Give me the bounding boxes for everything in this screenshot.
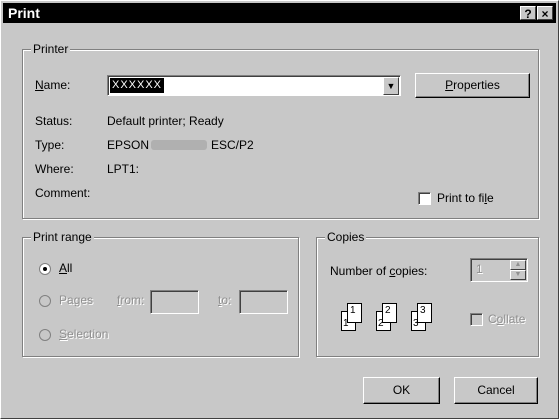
chevron-down-icon[interactable]: ▼ [383,77,399,95]
help-button[interactable]: ? [520,6,536,21]
all-radio[interactable] [39,263,51,275]
redacted-model-text [151,140,207,150]
print-dialog: Print ? × Printer Name: XXXXXX ▼ Propert… [0,0,559,419]
print-range-group: Print range All Pages from: to: Selectio… [22,230,299,357]
where-value: LPT1: [107,162,140,176]
type-value-suffix: ESC/P2 [211,138,254,152]
window-title: Print [8,5,40,21]
printer-name-value: XXXXXX [110,78,165,93]
status-value: Default printer; Ready [107,114,224,128]
type-value-prefix: EPSON [107,138,150,152]
from-page-input[interactable] [150,290,199,314]
print-range-group-label: Print range [31,230,94,244]
status-label: Status: [35,114,73,128]
ok-button[interactable]: OK [363,377,440,404]
title-bar: Print ? × [3,3,556,23]
comment-label: Comment: [35,186,91,200]
properties-button[interactable]: Properties [415,73,530,98]
close-button[interactable]: × [537,6,553,21]
from-label: from: [117,293,145,307]
collate-checkbox[interactable] [470,313,483,326]
type-label: Type: [35,138,65,152]
copies-value: 1 [476,262,483,276]
all-radio-label[interactable]: All [59,261,72,275]
printer-name-select[interactable]: XXXXXX ▼ [107,75,401,96]
printer-group: Printer Name: XXXXXX ▼ Properties Status… [22,42,539,219]
to-label: to: [218,293,232,307]
cancel-button[interactable]: Cancel [454,377,538,404]
printer-group-label: Printer [31,42,71,56]
where-label: Where: [35,162,74,176]
spin-up-icon[interactable]: ▲ [510,260,526,270]
number-of-copies-label: Number of copies: [330,264,428,278]
print-to-file-label[interactable]: Print to file [437,191,494,205]
copies-group: Copies Number of copies: 1 ▲ ▼ 1 1 2 2 3… [316,230,539,357]
selection-radio[interactable] [39,329,51,341]
pages-radio-label[interactable]: Pages [59,293,93,307]
copies-spinner[interactable]: 1 ▲ ▼ [470,258,528,282]
to-page-input[interactable] [239,290,288,314]
pages-radio[interactable] [39,295,51,307]
collate-label[interactable]: Collate [488,312,525,326]
print-to-file-checkbox[interactable] [418,192,431,205]
name-label: Name: [35,78,71,92]
selection-radio-label[interactable]: Selection [59,327,108,341]
copies-group-label: Copies [325,230,367,244]
spin-down-icon[interactable]: ▼ [510,270,526,280]
